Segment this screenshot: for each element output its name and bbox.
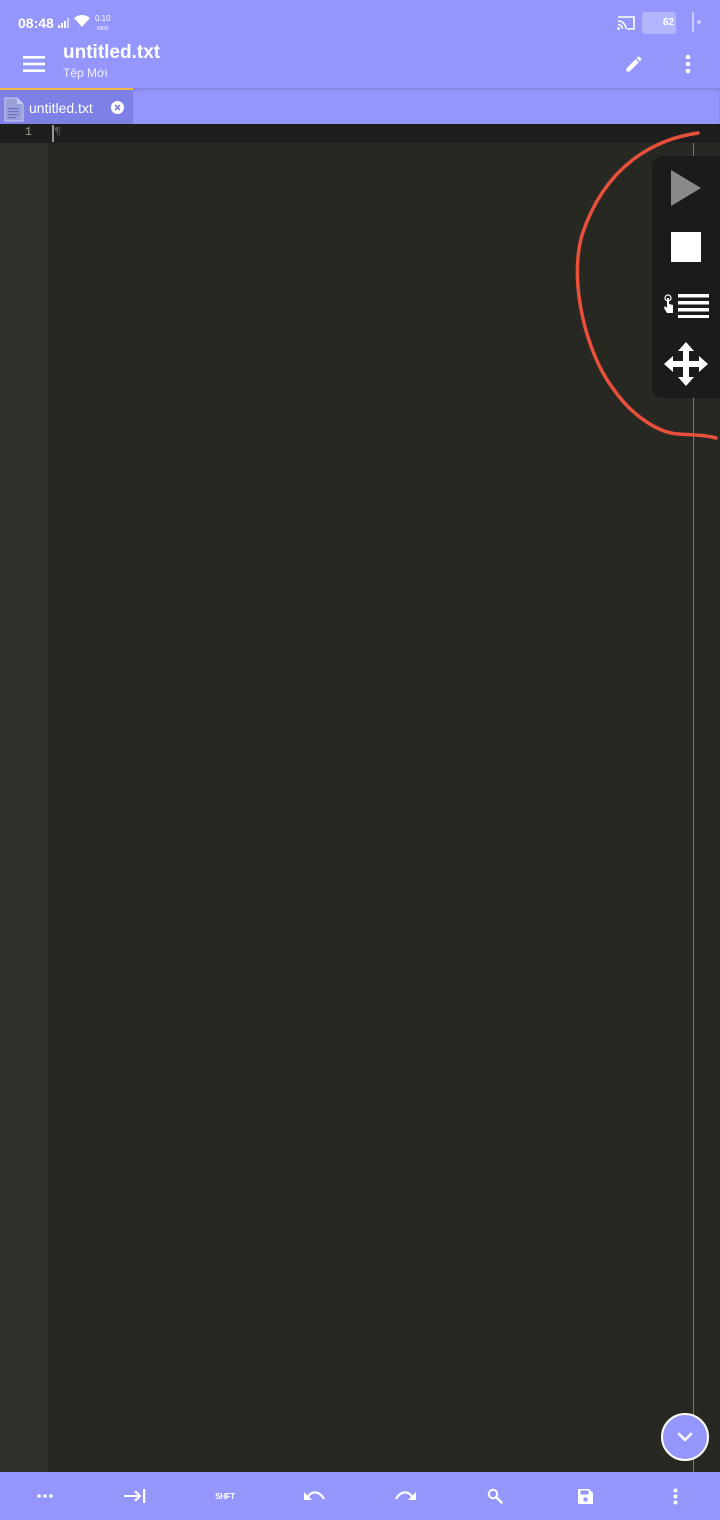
touch-list-button[interactable] (652, 277, 720, 333)
pilcrow-mark: ¶ (54, 125, 61, 138)
cast-icon (617, 16, 635, 30)
close-tab-button[interactable] (111, 101, 124, 114)
page-title: untitled.txt (63, 42, 161, 63)
page-subtitle: Tệp Mới (63, 66, 108, 80)
wifi-icon (74, 14, 90, 27)
bottom-toolbar: SHFT (0, 1472, 720, 1520)
file-icon (4, 97, 24, 122)
edit-button[interactable] (618, 48, 650, 80)
close-icon (114, 104, 121, 111)
more-options-button[interactable] (630, 1472, 720, 1520)
overflow-menu-button[interactable] (672, 48, 704, 80)
undo-button[interactable] (270, 1472, 360, 1520)
menu-button[interactable] (18, 48, 50, 80)
net-speed-value: 0.10 (95, 14, 111, 23)
line-gutter (0, 124, 48, 1472)
battery-level: 62 (662, 17, 674, 28)
more-horiz-icon (37, 1494, 53, 1498)
stop-icon (671, 232, 701, 262)
redo-icon (395, 1491, 416, 1500)
app-bar: untitled.txt Tệp Mới (0, 42, 720, 88)
line-number: 1 (24, 125, 32, 139)
search-icon (487, 1488, 503, 1504)
menu-icon (23, 56, 45, 72)
undo-icon (304, 1491, 325, 1500)
more-vert-icon (673, 1488, 677, 1504)
macro-floating-panel (652, 156, 720, 398)
net-speed-unit: KB/S (97, 26, 109, 32)
shift-label: SHFT (215, 1491, 235, 1501)
status-divider (692, 12, 694, 32)
redo-button[interactable] (360, 1472, 450, 1520)
move-icon (664, 342, 708, 386)
tab-key-button[interactable] (90, 1472, 180, 1520)
tab-icon (124, 1489, 146, 1503)
play-icon (671, 170, 701, 206)
pencil-icon (626, 56, 642, 72)
save-icon (577, 1488, 593, 1504)
tab-untitled[interactable]: untitled.txt (0, 88, 133, 124)
save-button[interactable] (540, 1472, 630, 1520)
net-speed: 0.10 KB/S (95, 14, 111, 34)
status-dot (697, 20, 701, 24)
status-bar: 08:48 0.10 KB/S 62 (0, 0, 720, 42)
code-editor[interactable]: 1 ¶ (0, 124, 720, 1472)
tab-label: untitled.txt (29, 100, 93, 116)
tab-strip: untitled.txt (0, 88, 720, 124)
stop-button[interactable] (652, 219, 720, 275)
chevron-down-icon (677, 1432, 693, 1442)
more-vert-icon (685, 54, 691, 74)
more-keys-button[interactable] (0, 1472, 90, 1520)
scroll-down-button[interactable] (661, 1413, 709, 1461)
move-panel-handle[interactable] (652, 336, 720, 392)
play-button[interactable] (652, 160, 720, 216)
touch-list-icon (664, 294, 709, 318)
active-line (0, 124, 720, 143)
search-button[interactable] (450, 1472, 540, 1520)
battery-icon: 62 (642, 12, 676, 34)
status-time: 08:48 (18, 15, 54, 31)
signal-icon (58, 18, 69, 28)
shift-key-button[interactable]: SHFT (180, 1472, 270, 1520)
